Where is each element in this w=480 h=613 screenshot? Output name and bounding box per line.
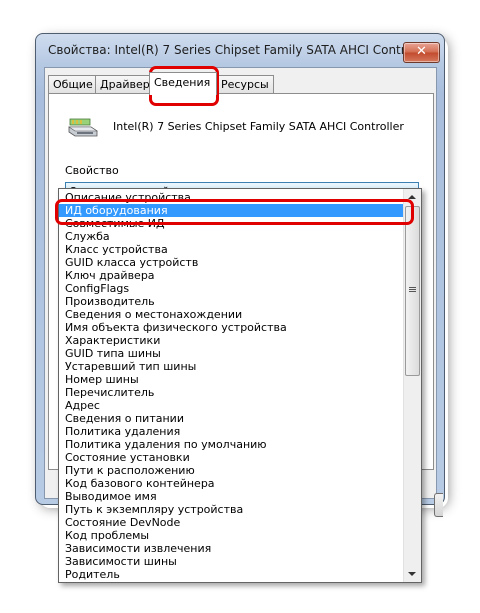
grip-icon <box>409 287 416 293</box>
property-label: Свойство <box>65 164 119 177</box>
hardware-id-highlight <box>55 199 414 225</box>
device-name: Intel(R) 7 Series Chipset Family SATA AH… <box>113 120 404 133</box>
dropdown-option[interactable]: Политика удаления <box>59 425 409 438</box>
dropdown-option[interactable]: Служба <box>59 230 409 243</box>
dropdown-option[interactable]: Состояние DevNode <box>59 516 409 529</box>
dropdown-option[interactable]: Устаревший тип шины <box>59 360 409 373</box>
dropdown-option[interactable]: Сведения о местонахождении <box>59 308 409 321</box>
dropdown-option[interactable]: Производитель <box>59 295 409 308</box>
window-title: Свойства: Intel(R) 7 Series Chipset Fami… <box>48 43 432 57</box>
dropdown-option[interactable]: Выводимое имя <box>59 490 409 503</box>
storage-controller-icon <box>68 118 98 137</box>
tab-driver[interactable]: Драйвер <box>95 75 151 93</box>
dropdown-option[interactable]: Политика удаления по умолчанию <box>59 438 409 451</box>
dropdown-option[interactable]: Код проблемы <box>59 529 409 542</box>
close-button[interactable]: ✕ <box>403 42 440 63</box>
dropdown-option[interactable]: Имя объекта физического устройства <box>59 321 409 334</box>
tab-details[interactable]: Сведения <box>149 72 217 95</box>
dropdown-option[interactable]: Путь к экземпляру устройства <box>59 503 409 516</box>
dropdown-option[interactable]: Пути к расположению <box>59 464 409 477</box>
tab-resources[interactable]: Ресурсы <box>216 75 274 93</box>
dropdown-option[interactable]: Сведения о питании <box>59 412 409 425</box>
scroll-down-arrow-icon[interactable] <box>408 572 416 576</box>
ok-button[interactable] <box>434 493 443 517</box>
tab-general[interactable]: Общие <box>48 75 96 93</box>
dropdown-option[interactable]: Зависимости шины <box>59 555 409 568</box>
dropdown-option[interactable]: Характеристики <box>59 334 409 347</box>
dropdown-option[interactable]: Родитель <box>59 568 409 581</box>
dropdown-option[interactable]: Ключ драйвера <box>59 269 409 282</box>
dropdown-option[interactable]: ConfigFlags <box>59 282 409 295</box>
dropdown-option[interactable]: Состояние установки <box>59 451 409 464</box>
dropdown-option[interactable]: Класс устройства <box>59 243 409 256</box>
dropdown-option[interactable]: Зависимости извлечения <box>59 542 409 555</box>
dropdown-scrollbar[interactable] <box>403 189 421 582</box>
dropdown-option[interactable]: Код базового контейнера <box>59 477 409 490</box>
dropdown-option[interactable]: GUID класса устройств <box>59 256 409 269</box>
dropdown-option[interactable]: Адрес <box>59 399 409 412</box>
scrollbar-thumb[interactable] <box>405 206 420 376</box>
dropdown-option[interactable]: Перечислитель <box>59 386 409 399</box>
close-icon: ✕ <box>416 44 427 59</box>
dropdown-option[interactable]: Номер шины <box>59 373 409 386</box>
dropdown-option[interactable]: GUID типа шины <box>59 347 409 360</box>
property-dropdown-list[interactable]: Описание устройства ИД оборудования Совмес… <box>58 188 422 583</box>
